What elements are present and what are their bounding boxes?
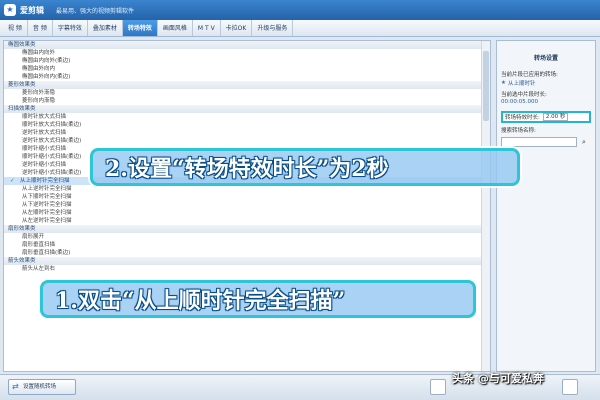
applied-transition-label: 当前片段已应用的转场: [501,72,558,78]
search-row: ⌕ [501,137,591,147]
tab-karaoke[interactable]: 卡拉OK [221,20,253,36]
list-item-label: 从上顺时针完全扫描 [20,178,70,184]
list-item-label: 逆时针缩小式扫描(柔边) [22,170,82,176]
list-item[interactable]: 顺时针放大式扫描(柔边) [4,121,490,129]
list-item-label: 逆时针放大式扫描 [22,130,67,136]
list-item[interactable]: 顺时针放大式扫描 [4,113,490,121]
tab-upgrade-service[interactable]: 升级与服务 [252,20,294,36]
watermark-text: 头条 @与可爱私奔 [452,372,544,385]
list-item-label: 椭圆由外向内(柔边) [22,74,71,80]
list-item-label: 从上逆时针完全扫描 [22,186,72,192]
transition-duration-input[interactable]: 2.00 秒 [542,113,569,121]
shuffle-icon: ⇄ [12,382,19,391]
list-item-label: 椭圆由内向外 [22,50,56,56]
main-tab-bar: 视 频 音 频 字幕特效 叠加素材 转场特效 画面风格 M T V 卡拉OK 升… [0,20,600,37]
list-item-label: 顺时针缩小式扫描(柔边) [22,154,82,160]
list-item[interactable]: 从上逆时针完全扫描 [4,185,490,193]
applied-transition-name: 从上顺时针 [507,81,536,87]
list-item-label: 逆时针放大式扫描(柔边) [22,138,82,144]
list-item[interactable]: 从左顺时针完全扫描 [4,209,490,217]
list-item-label: 椭圆由内向外(柔边) [22,58,71,64]
list-item[interactable]: 逆时针放大式扫描 [4,129,490,137]
star-icon: ★ [501,80,506,86]
transition-list: 椭圆效果类椭圆由内向外椭圆由内向外(柔边) 椭圆由外向内椭圆由外向内(柔边) 菱形效… [3,40,491,372]
check-icon: ✓ [10,178,15,184]
list-item-label: 从下顺时针完全扫描 [22,194,72,200]
random-transition-button[interactable]: ⇄ 设置随机转场 [8,379,76,395]
title-bar: ★ 爱剪辑 最易用、强大的视频剪辑软件 [0,0,600,20]
search-label: 搜索转场名称: [501,128,536,134]
applied-transition-value: ★ 从上顺时针 [501,79,591,87]
search-input[interactable] [501,137,577,147]
list-item-label: 从左顺时针完全扫描 [22,210,72,216]
annotation-step1: 1.双击“从上顺时针完全扫描” [40,280,476,318]
clip-duration-value: 00:00:05.000 [501,99,538,105]
list-scrollbar[interactable] [481,41,490,371]
tab-audio[interactable]: 音 频 [28,20,53,36]
list-item-label: 菱形效果类 [8,82,36,88]
settings-title: 转场设置 [533,55,558,62]
app-slogan: 最易用、强大的视频剪辑软件 [56,7,135,15]
transition-settings-panel: 转场设置 当前片段已应用的转场: ★ 从上顺时针 当前选中片段时长: 00:00… [496,40,596,372]
random-transition-label: 设置随机转场 [23,384,57,390]
list-item[interactable]: 椭圆由外向内(柔边) [4,73,490,81]
list-item-label: 逆时针缩小式扫描 [22,162,67,168]
list-item[interactable]: 从下顺时针完全扫描 [4,193,490,201]
list-item[interactable]: 椭圆由外向内 [4,65,490,73]
tab-transitions[interactable]: 转场特效 [122,20,158,36]
list-scrollbar-thumb[interactable] [483,51,489,121]
list-item[interactable]: 菱形向外渐隐 [4,89,490,97]
list-item-label: 扇形垂直扫描(柔边) [22,250,71,256]
list-category[interactable]: 箭头效果类 [4,257,490,265]
list-item-label: 椭圆由外向内 [22,66,56,72]
list-item[interactable]: 从左逆时针完全扫描 [4,217,490,225]
list-item-label: 扇形效果类 [8,226,36,232]
list-item[interactable]: 扇形垂直扫描(柔边) [4,249,490,257]
list-item-label: 顺时针缩小式扫描 [22,146,67,152]
next-button[interactable] [562,379,578,395]
list-item-label: 从左逆时针完全扫描 [22,218,72,224]
list-category[interactable]: 菱形效果类 [4,81,490,89]
list-item-label: 扇形垂直扫描 [22,242,56,248]
app-name: 爱剪辑 [20,5,44,15]
tab-video[interactable]: 视 频 [3,20,28,36]
list-item-label: 顺时针放大式扫描 [22,114,67,120]
list-item[interactable]: 椭圆由内向外 [4,49,490,57]
list-item-label: 箭头从左到右 [22,266,56,272]
list-item[interactable]: 菱形向内渐隐 [4,97,490,105]
clip-duration-label: 当前选中片段时长: [501,92,547,98]
list-item[interactable]: 椭圆由内向外(柔边) [4,57,490,65]
list-item-label: 扇形展开 [22,234,45,240]
tab-mtv[interactable]: M T V [193,20,221,36]
confirm-button[interactable] [430,379,446,395]
tab-picture-style[interactable]: 画面风格 [158,20,193,36]
list-item-label: 从下逆时针完全扫描 [22,202,72,208]
list-item-label: 椭圆效果类 [8,42,36,48]
list-item-label: 箭头效果类 [8,258,36,264]
list-item[interactable]: 扇形垂直扫描 [4,241,490,249]
list-item[interactable]: 从下逆时针完全扫描 [4,201,490,209]
list-item-label: 菱形向内渐隐 [22,98,56,104]
list-category[interactable]: 椭圆效果类 [4,41,490,49]
list-item[interactable]: 箭头从左到右 [4,265,490,273]
list-item[interactable]: 逆时针放大式扫描(柔边) [4,137,490,145]
tab-overlay[interactable]: 叠加素材 [88,20,123,36]
list-item-label: 扫描效果类 [8,106,36,112]
transition-duration-row: 转场特效时长: 2.00 秒 [501,111,591,123]
annotation-step2: 2.设置“转场特效时长”为2秒 [90,148,520,186]
list-item-label: 顺时针放大式扫描(柔边) [22,122,82,128]
list-category[interactable]: 扫描效果类 [4,105,490,113]
list-category[interactable]: 扇形效果类 [4,225,490,233]
app-logo-icon: ★ [4,4,16,16]
list-item[interactable]: 扇形展开 [4,233,490,241]
list-item-label: 菱形向外渐隐 [22,90,56,96]
search-icon[interactable]: ⌕ [579,137,589,147]
tab-subtitle-effects[interactable]: 字幕特效 [53,20,88,36]
transition-duration-label: 转场特效时长: [505,115,540,121]
